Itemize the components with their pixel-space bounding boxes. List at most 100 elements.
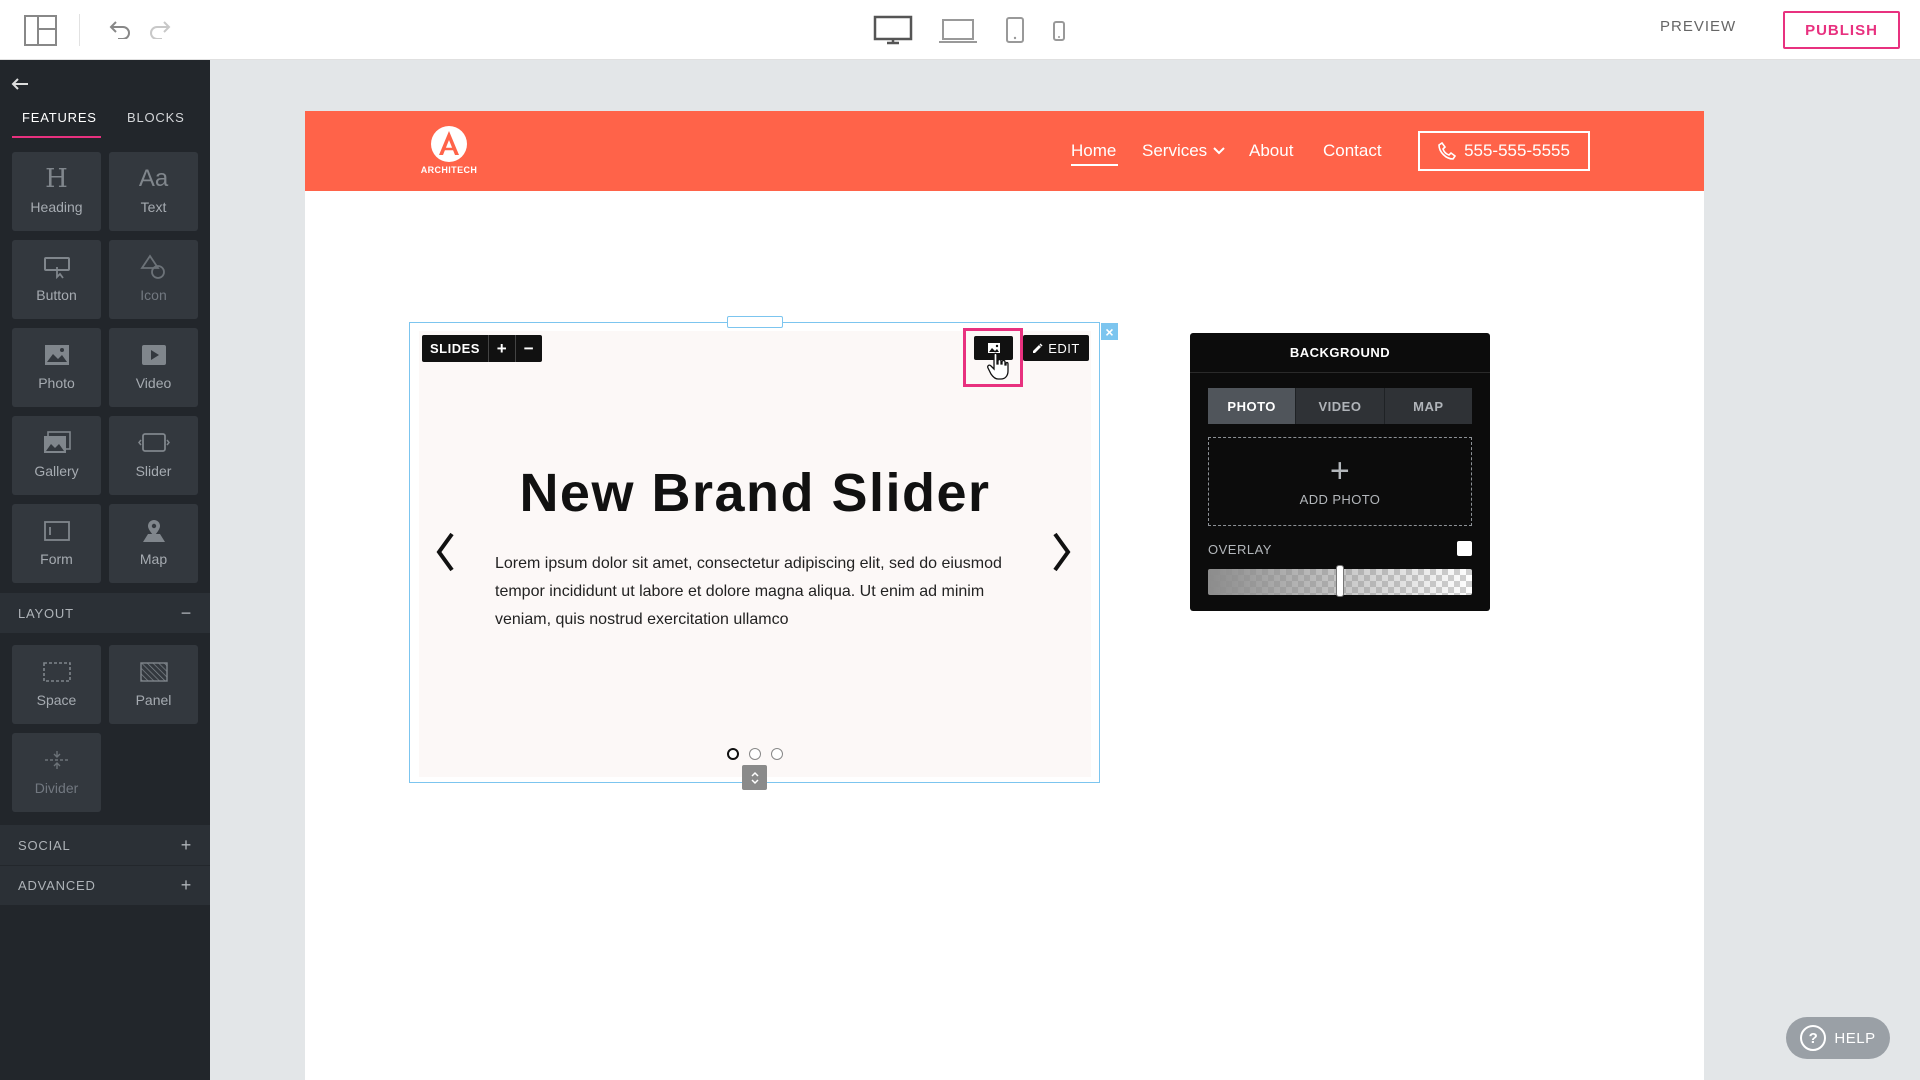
laptop-view-icon[interactable]: [938, 16, 978, 46]
section-label: ADVANCED: [18, 878, 96, 893]
phone-icon: [1438, 142, 1457, 160]
help-label: HELP: [1834, 1029, 1876, 1047]
expand-icon[interactable]: +: [181, 875, 192, 896]
slides-toolbar: SLIDES + −: [422, 335, 542, 362]
slider-dot-2[interactable]: [749, 748, 761, 760]
add-slide-button[interactable]: +: [488, 335, 515, 362]
heading-icon: H: [45, 164, 68, 194]
slide-body-text[interactable]: Lorem ipsum dolor sit amet, consectetur …: [495, 550, 1015, 634]
nav-home[interactable]: Home: [1071, 141, 1116, 161]
feature-video[interactable]: Video: [109, 328, 198, 407]
feature-label: Icon: [140, 287, 167, 303]
feature-label: Heading: [30, 199, 83, 215]
feature-form[interactable]: Form: [12, 504, 101, 583]
logo-text: ARCHITECH: [420, 165, 478, 175]
undo-icon[interactable]: [106, 16, 134, 42]
feature-label: Map: [139, 551, 168, 567]
map-icon: [141, 516, 167, 546]
shapes-icon: [139, 252, 168, 282]
text-icon: Aa: [138, 165, 169, 192]
tab-blocks[interactable]: BLOCKS: [127, 110, 185, 125]
publish-button[interactable]: PUBLISH: [1783, 11, 1900, 49]
resize-handle-bottom[interactable]: [742, 765, 767, 790]
feature-label: Divider: [34, 780, 79, 796]
feature-slider[interactable]: Slider: [109, 416, 198, 495]
tab-features[interactable]: FEATURES: [22, 110, 97, 125]
collapse-icon[interactable]: −: [181, 603, 192, 624]
nav-about[interactable]: About: [1249, 141, 1293, 161]
sidebar: FEATURES BLOCKS H Heading Aa Text Button…: [0, 60, 210, 1080]
feature-label: Slider: [135, 463, 172, 479]
nav-services[interactable]: Services: [1142, 141, 1225, 161]
tab-video[interactable]: VIDEO: [1295, 388, 1383, 424]
preview-button[interactable]: PREVIEW: [1660, 18, 1736, 35]
video-icon: [141, 340, 167, 370]
layout-toggle-icon[interactable]: [22, 13, 58, 47]
layout-divider[interactable]: Divider: [12, 733, 101, 812]
background-tabs: PHOTO VIDEO MAP: [1208, 388, 1472, 424]
layout-space[interactable]: Space: [12, 645, 101, 724]
tablet-view-icon[interactable]: [1003, 14, 1027, 46]
gallery-icon: [43, 428, 71, 458]
nav-contact[interactable]: Contact: [1323, 141, 1382, 161]
chevron-down-icon: [1213, 147, 1225, 155]
divider-icon: [43, 745, 71, 775]
panel-icon: [139, 657, 168, 687]
question-icon: ?: [1800, 1025, 1827, 1051]
toolbar-divider: [79, 14, 80, 46]
close-icon[interactable]: ×: [1101, 323, 1118, 340]
add-photo-label: ADD PHOTO: [1299, 492, 1381, 507]
slider-dot-3[interactable]: [771, 748, 783, 760]
overlay-color-swatch[interactable]: [1457, 541, 1472, 556]
photo-icon: [44, 340, 70, 370]
phone-number: 555-555-5555: [1464, 141, 1570, 160]
help-button[interactable]: ? HELP: [1786, 1017, 1890, 1059]
feature-label: Panel: [135, 692, 172, 708]
site-logo[interactable]: ARCHITECH: [418, 125, 480, 175]
plus-icon: +: [1329, 452, 1351, 490]
feature-map[interactable]: Map: [109, 504, 198, 583]
feature-label: Space: [36, 692, 77, 708]
background-panel-title: BACKGROUND: [1190, 333, 1490, 373]
hand-cursor-icon: [987, 352, 1009, 380]
resize-handle-top[interactable]: [727, 316, 783, 328]
overlay-slider-thumb[interactable]: [1336, 565, 1344, 597]
edit-button[interactable]: EDIT: [1023, 335, 1089, 361]
slider-prev-arrow-icon[interactable]: [433, 530, 457, 574]
feature-label: Form: [40, 551, 73, 567]
slide-title[interactable]: New Brand Slider: [419, 462, 1091, 524]
logo-icon: [431, 126, 467, 162]
slides-label: SLIDES: [430, 341, 480, 356]
expand-icon[interactable]: +: [181, 835, 192, 856]
tab-photo[interactable]: PHOTO: [1208, 388, 1296, 424]
button-icon: [43, 252, 71, 282]
slider-next-arrow-icon[interactable]: [1050, 530, 1074, 574]
add-photo-dropzone[interactable]: + ADD PHOTO: [1208, 437, 1472, 526]
advanced-section-header[interactable]: ADVANCED +: [0, 865, 210, 905]
feature-photo[interactable]: Photo: [12, 328, 101, 407]
mobile-view-icon[interactable]: [1049, 18, 1069, 44]
layout-panel[interactable]: Panel: [109, 645, 198, 724]
social-section-header[interactable]: SOCIAL +: [0, 825, 210, 865]
desktop-view-icon[interactable]: [872, 14, 914, 46]
feature-button[interactable]: Button: [12, 240, 101, 319]
phone-button[interactable]: 555-555-5555: [1418, 131, 1590, 171]
redo-icon[interactable]: [146, 16, 174, 42]
feature-icon[interactable]: Icon: [109, 240, 198, 319]
back-arrow-icon[interactable]: [10, 76, 30, 97]
feature-gallery[interactable]: Gallery: [12, 416, 101, 495]
resize-vertical-icon: [750, 771, 759, 784]
background-panel: BACKGROUND PHOTO VIDEO MAP + ADD PHOTO O…: [1190, 333, 1490, 611]
feature-heading[interactable]: H Heading: [12, 152, 101, 231]
space-icon: [42, 657, 71, 687]
feature-label: Button: [36, 287, 77, 303]
feature-label: Text: [140, 199, 167, 215]
layout-section-header[interactable]: LAYOUT −: [0, 593, 210, 633]
tab-map[interactable]: MAP: [1383, 388, 1472, 424]
slider-icon: [137, 428, 170, 458]
active-tab-indicator: [12, 136, 101, 138]
slider-dot-1[interactable]: [727, 748, 739, 760]
feature-text[interactable]: Aa Text: [109, 152, 198, 231]
feature-label: Gallery: [34, 463, 79, 479]
remove-slide-button[interactable]: −: [515, 335, 542, 362]
